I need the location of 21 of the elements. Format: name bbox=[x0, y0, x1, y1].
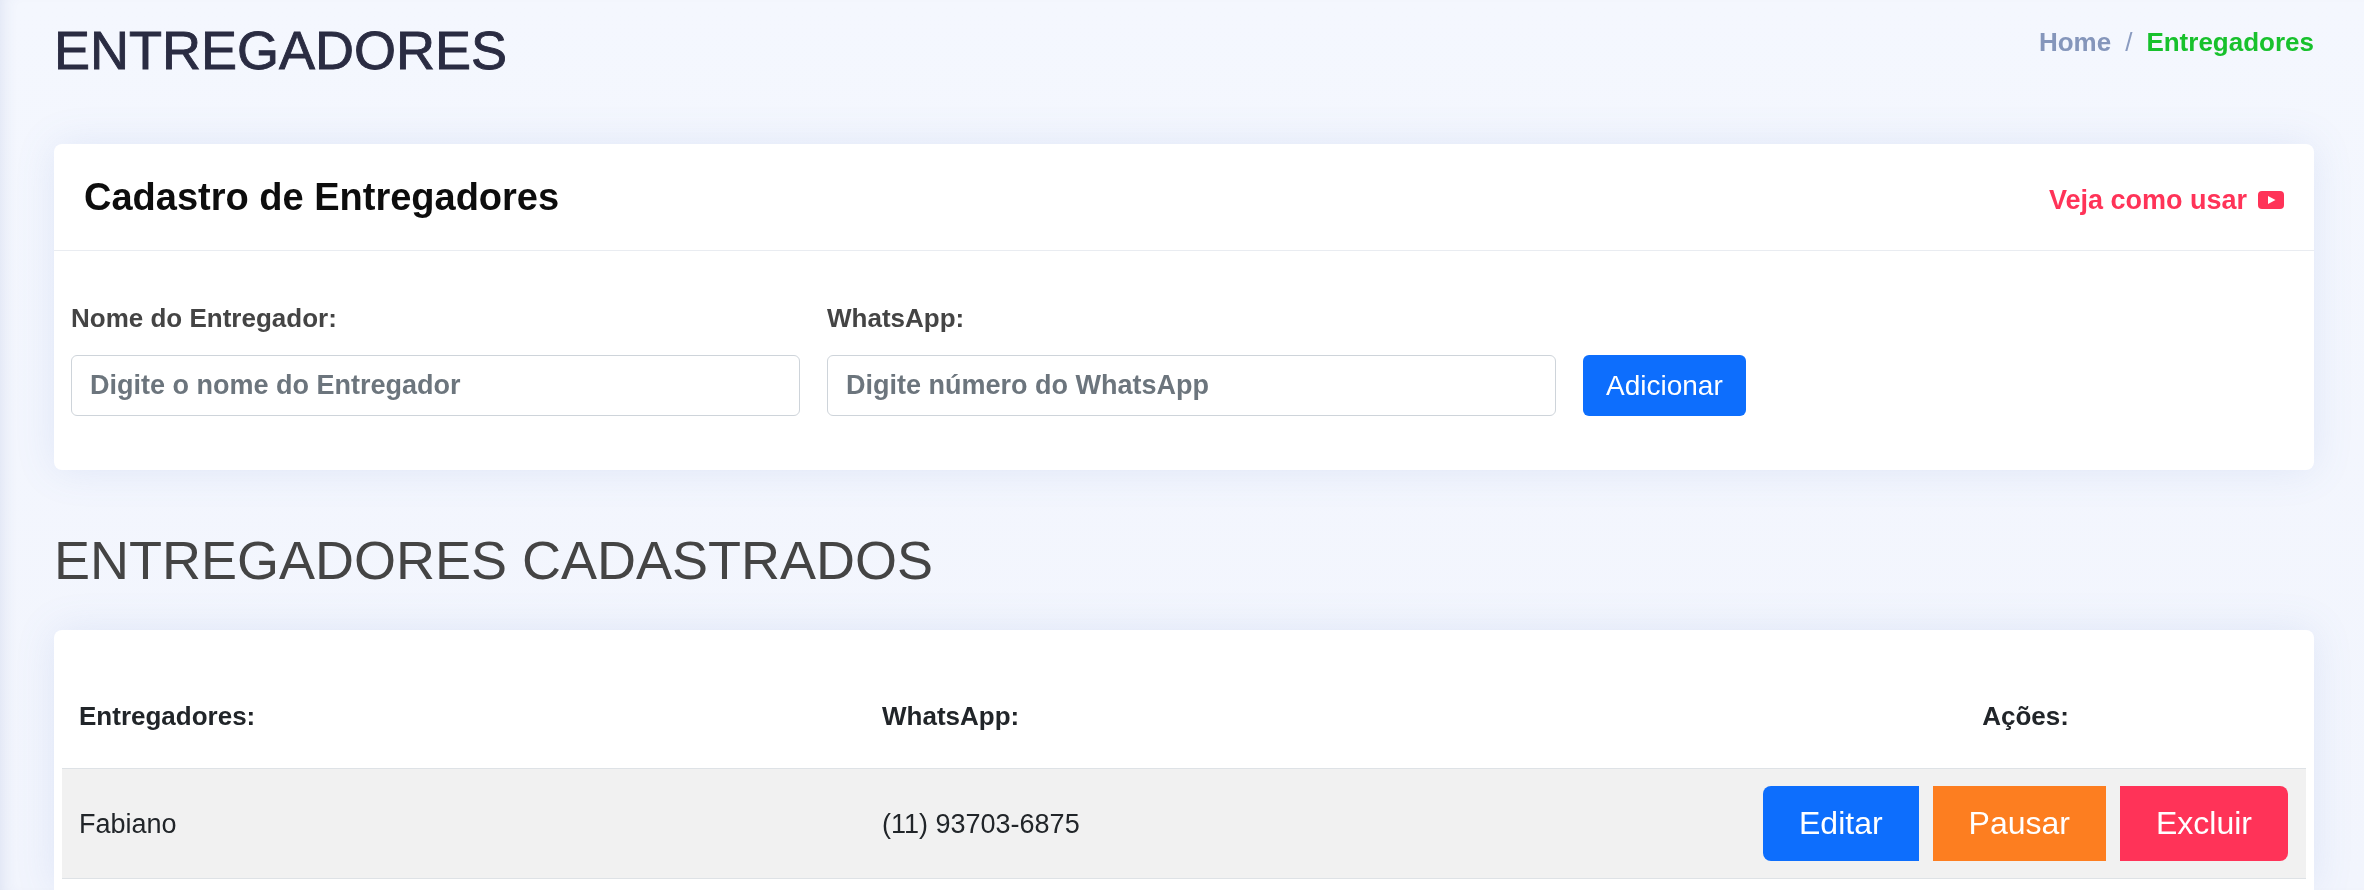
video-play-icon bbox=[2258, 191, 2284, 209]
field-label: Nome do Entregador: bbox=[71, 303, 337, 333]
input-field[interactable]: Digite número do WhatsApp bbox=[827, 355, 1556, 416]
input-field[interactable]: Digite o nome do Entregador bbox=[71, 355, 800, 416]
column-header: WhatsApp: bbox=[882, 701, 1020, 731]
add-button[interactable]: Adicionar bbox=[1583, 355, 1746, 416]
delete-button[interactable]: Excluir bbox=[2120, 786, 2288, 861]
breadcrumb-link[interactable]: Home bbox=[2038, 26, 2112, 58]
card-title: Cadastro de Entregadores bbox=[84, 175, 560, 220]
edit-button[interactable]: Editar bbox=[1763, 786, 1919, 861]
table-cell: (11) 93703-6875 bbox=[882, 808, 1080, 839]
section-title: ENTREGADORES CADASTRADOS bbox=[54, 529, 935, 592]
tutorial-link[interactable]: Veja como usar bbox=[2048, 184, 2284, 216]
page-title: ENTREGADORES bbox=[54, 19, 508, 82]
table-cell: Fabiano bbox=[79, 808, 177, 839]
current-page-label: Entregadores bbox=[2146, 26, 2314, 58]
breadcrumb-separator: / bbox=[2125, 26, 2133, 58]
column-header: Entregadores: bbox=[79, 701, 256, 731]
pause-button[interactable]: Pausar bbox=[1932, 786, 2106, 861]
field-label: WhatsApp: bbox=[827, 303, 965, 333]
column-header: Ações: bbox=[1982, 701, 2069, 731]
